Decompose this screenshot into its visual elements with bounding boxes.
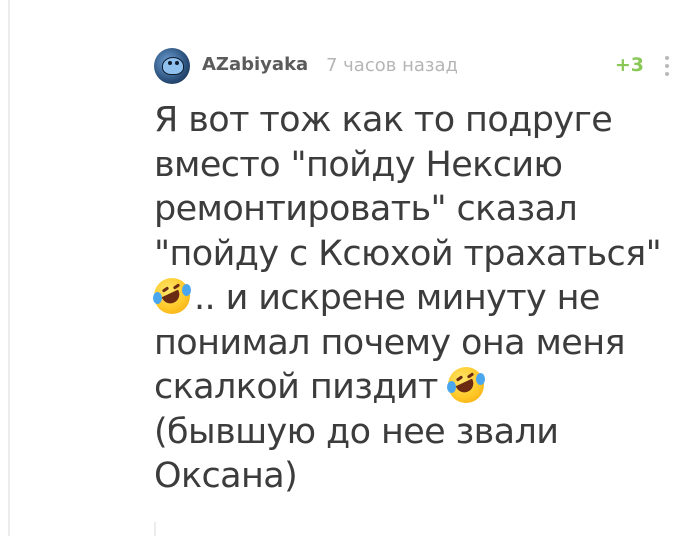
- comment-line: Я вот тож как то подруге: [154, 100, 613, 140]
- comment-header: AZabiyaka 7 часов назад +3: [154, 44, 682, 88]
- comment-body: Я вот тож как то подруге вместо "пойду Н…: [153, 98, 694, 499]
- thread-line: [8, 0, 10, 536]
- vertical-ellipsis-icon[interactable]: [664, 56, 670, 78]
- comment-line-with-emoji: скалкой пиздит: [154, 365, 694, 410]
- comment-line: ремонтировать" сказал: [154, 189, 578, 229]
- laughing-emoji-icon: [153, 278, 191, 314]
- comment-line: понимал почему она меня: [154, 322, 626, 363]
- timestamp[interactable]: 7 часов назад: [326, 55, 458, 76]
- comment-line: Оксана): [154, 456, 298, 496]
- thread-line: [154, 522, 156, 536]
- comment-line-text: скалкой пиздит: [154, 367, 438, 407]
- rating-badge: +3: [614, 54, 644, 76]
- avatar[interactable]: [154, 48, 190, 84]
- comment-line: вместо "пойду Нексию: [154, 144, 563, 185]
- comment-line-with-emoji: .. и искрене минуту не: [153, 276, 694, 321]
- username[interactable]: AZabiyaka: [202, 54, 308, 75]
- comment-line: (бывшую до нее звали: [154, 411, 559, 452]
- laughing-emoji-icon: [447, 367, 486, 403]
- comment-line-text: .. и искрене минуту не: [194, 278, 600, 318]
- comment-line: "пойду с Ксюхой трахаться": [154, 233, 662, 274]
